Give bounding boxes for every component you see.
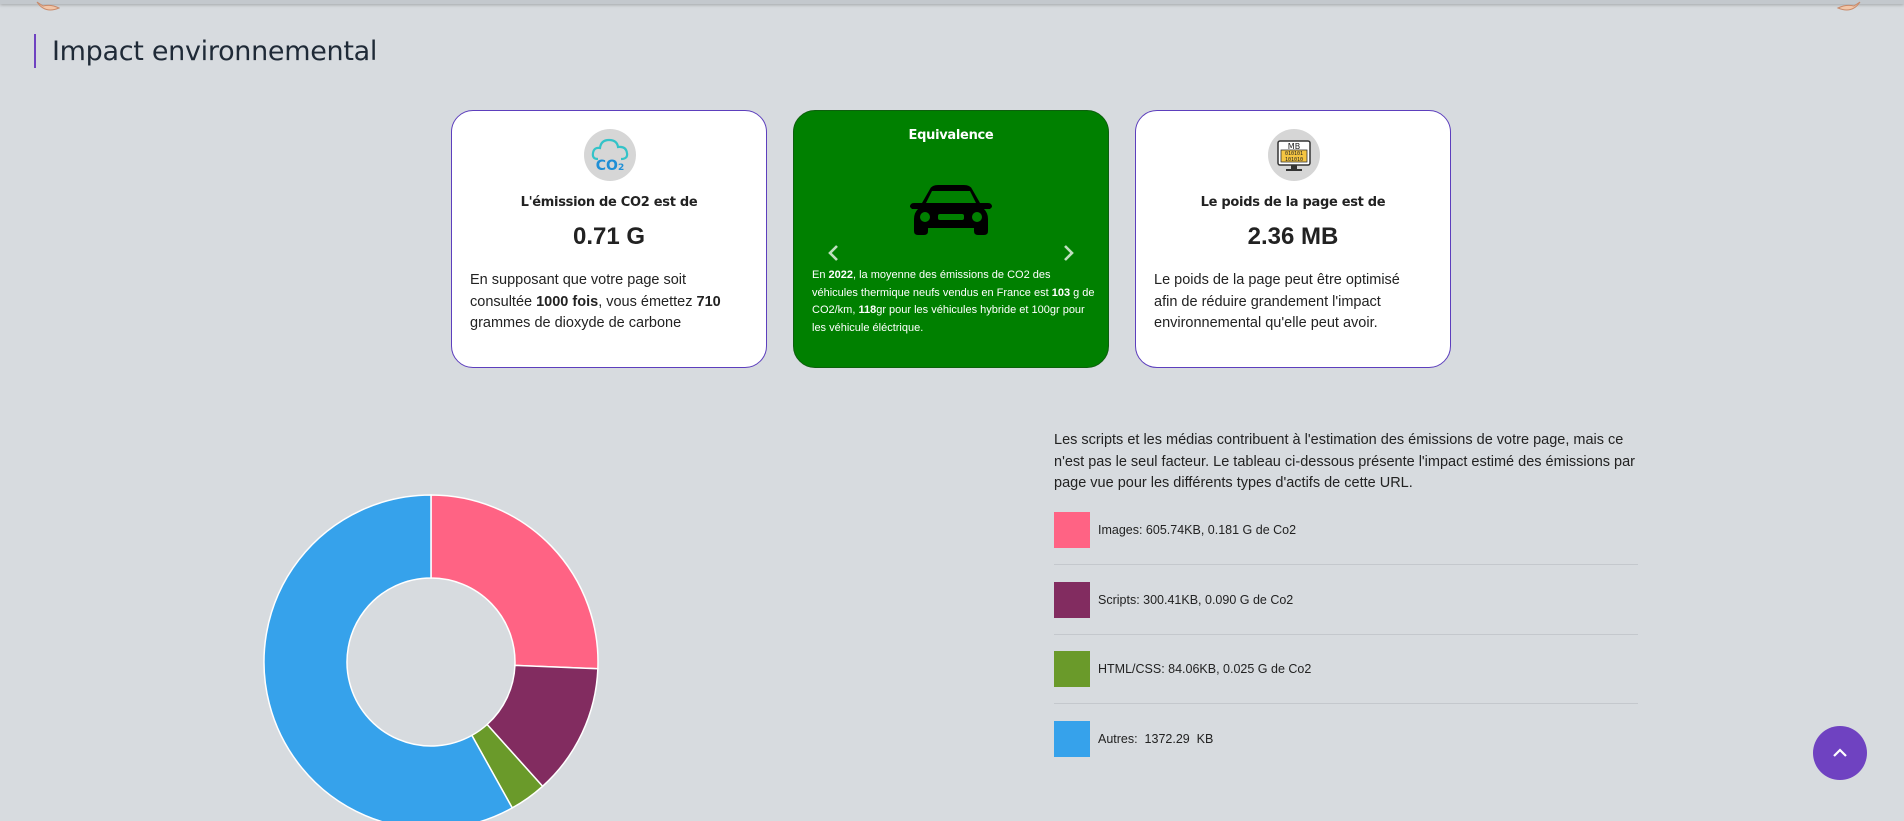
equivalence-card: Equivalence En 2022, la moyenne des émis… — [793, 110, 1109, 368]
legend-label: Images: 605.74KB, 0.181 G de Co2 — [1098, 522, 1297, 537]
leaf-decoration-icon — [36, 1, 61, 11]
equivalence-description: En 2022, la moyenne des émissions de CO2… — [812, 269, 1095, 334]
legend-item-images: Images: 605.74KB, 0.181 G de Co2 — [1054, 495, 1638, 565]
legend-intro: Les scripts et les médias contribuent à … — [1054, 432, 1636, 491]
donut-slice-images — [430, 494, 599, 670]
page-weight-label: Le poids de la page est de — [1200, 195, 1386, 210]
carousel-prev-button[interactable] — [822, 241, 846, 265]
page-weight-description: Le poids de la page peut être optimisé a… — [1154, 272, 1400, 331]
co2-description: En supposant que votre page soit consult… — [470, 272, 721, 331]
legend-swatch — [1054, 721, 1090, 757]
top-bar — [0, 0, 1904, 4]
page-weight-card: MB 010101 101010 Le poids de la page est… — [1135, 110, 1451, 368]
co2-label: L'émission de CO2 est de — [520, 195, 698, 210]
equivalence-title: Equivalence — [908, 128, 994, 143]
scroll-to-top-button[interactable] — [1813, 726, 1867, 780]
carousel-next-button[interactable] — [1056, 241, 1080, 265]
legend-item-html-css: HTML/CSS: 84.06KB, 0.025 G de Co2 — [1054, 634, 1638, 704]
chevron-right-icon — [1064, 245, 1074, 261]
leaf-decoration-icon — [1836, 1, 1861, 11]
co2-cloud-icon: CO2 — [584, 129, 636, 181]
legend-item-autres: Autres: 1372.29 KB — [1054, 704, 1638, 774]
co2-emission-card: CO2 L'émission de CO2 est de 0.71 G En s… — [451, 110, 767, 368]
legend-swatch — [1054, 650, 1090, 687]
legend-item-scripts: Scripts: 300.41KB, 0.090 G de Co2 — [1054, 565, 1638, 635]
svg-text:CO2: CO2 — [596, 158, 624, 174]
chevron-up-icon — [1833, 748, 1847, 757]
chevron-left-icon — [828, 245, 838, 261]
svg-text:MB: MB — [1288, 142, 1300, 151]
legend-label: Scripts: 300.41KB, 0.090 G de Co2 — [1098, 592, 1294, 607]
svg-text:101010: 101010 — [1285, 157, 1303, 163]
emissions-donut-chart — [263, 494, 599, 821]
mb-monitor-icon: MB 010101 101010 — [1268, 129, 1320, 181]
legend-swatch — [1054, 511, 1090, 548]
co2-value: 0.71 G — [572, 223, 646, 250]
section-title: Impact environnemental — [34, 34, 377, 68]
legend-swatch — [1054, 581, 1090, 618]
legend-label: HTML/CSS: 84.06KB, 0.025 G de Co2 — [1098, 661, 1312, 676]
legend-label: Autres: 1372.29 KB — [1098, 732, 1214, 746]
page-weight-value: 2.36 MB — [1247, 223, 1339, 250]
car-icon — [910, 185, 992, 235]
